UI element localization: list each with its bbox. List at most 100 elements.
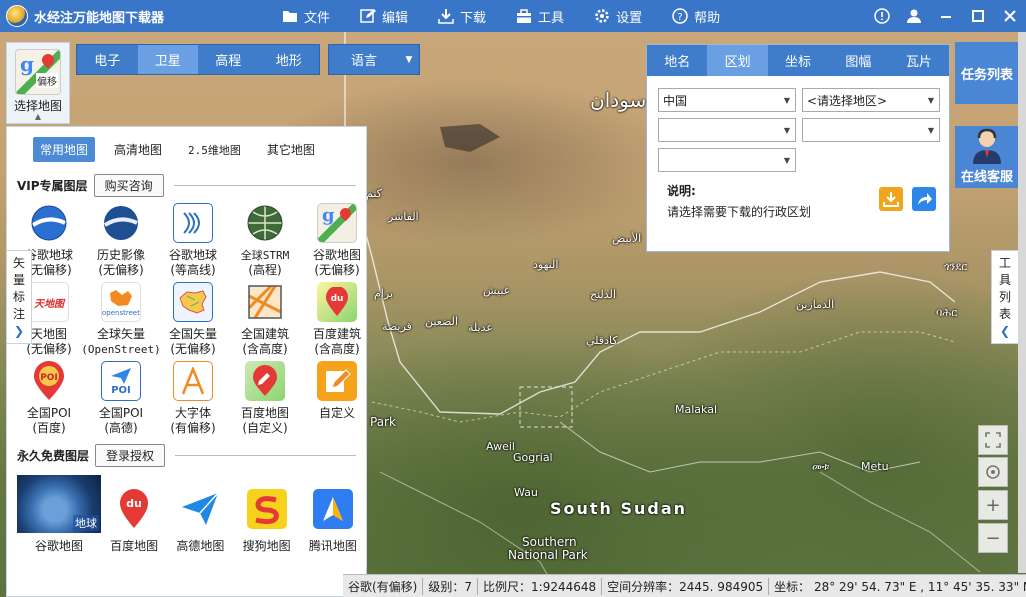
layer-historical-imagery[interactable]: 历史影像 (无偏移)	[85, 203, 157, 278]
map-type-electronic[interactable]: 电子	[77, 45, 138, 74]
menu-download-label: 下载	[460, 10, 487, 26]
task-list-button[interactable]: 任务列表	[955, 42, 1019, 104]
download-icon	[883, 192, 899, 207]
free-layer-tencent-maps[interactable]: 腾讯地图	[300, 475, 366, 554]
chevron-down-icon: ▼	[927, 125, 935, 135]
tile-label: 天地图	[30, 327, 67, 341]
layer-google-maps[interactable]: g 谷歌地图 (无偏移)	[301, 203, 366, 278]
layer-poi-baidu[interactable]: POI 全国POI (百度)	[13, 361, 85, 436]
country-select[interactable]: 中国 ▼	[658, 88, 796, 112]
tab-coordinate[interactable]: 坐标	[768, 45, 828, 76]
online-service-button[interactable]: 在线客服	[955, 126, 1019, 188]
tab-hd-maps[interactable]: 高清地图	[107, 137, 169, 162]
locate-button[interactable]	[978, 457, 1008, 487]
menu-help[interactable]: ? 帮助	[672, 0, 720, 32]
tool-tab-char: 列	[998, 290, 1011, 304]
info-button[interactable]	[866, 0, 898, 32]
maximize-button[interactable]	[962, 0, 994, 32]
map-label-arabic-5: الضعين	[425, 315, 458, 328]
map-label-amharic-3: መቱ	[812, 460, 830, 473]
menu-edit[interactable]: 编辑	[360, 0, 408, 32]
map-label-southern: Southern	[522, 535, 577, 549]
layer-baidu-building[interactable]: du 百度建筑 (含高度)	[301, 282, 366, 357]
large-font-icon	[173, 361, 213, 401]
chevron-down-icon: ▼	[783, 95, 791, 105]
tab-25d-maps[interactable]: 2.5维地图	[181, 138, 248, 162]
map-label-arabic-3: غبيش	[483, 284, 510, 297]
city-select[interactable]: ▼	[658, 118, 796, 142]
layer-baidu-custom[interactable]: 百度地图 (自定义)	[229, 361, 301, 436]
province-select[interactable]: <请选择地区> ▼	[802, 88, 940, 112]
menu-file[interactable]: 文件	[282, 0, 330, 32]
zoom-in-button[interactable]: +	[978, 490, 1008, 520]
select-value: 中国	[663, 93, 688, 108]
layer-openstreet[interactable]: openstreet 全球矢量 (OpenStreet)	[81, 282, 161, 357]
map-type-satellite[interactable]: 卫星	[137, 45, 198, 74]
layer-national-vector[interactable]: 全国矢量 (无偏移)	[157, 282, 229, 357]
tab-map-sheet[interactable]: 图幅	[828, 45, 888, 76]
login-authorize-button[interactable]: 登录授权	[95, 444, 166, 467]
tab-other-maps[interactable]: 其它地图	[260, 137, 322, 162]
help-icon: ?	[672, 8, 688, 24]
tile-label: 全国POI	[26, 406, 72, 420]
select-map-button[interactable]: g 偏移 选择地图 ▲	[6, 42, 70, 124]
layer-large-font[interactable]: 大字体 (有偏移)	[157, 361, 229, 436]
tab-common-maps[interactable]: 常用地图	[33, 137, 96, 162]
china-map-icon	[173, 282, 213, 322]
tab-place-name[interactable]: 地名	[647, 45, 707, 76]
map-type-elevation[interactable]: 高程	[198, 45, 259, 74]
fullscreen-button[interactable]	[978, 425, 1008, 455]
layer-contour[interactable]: 谷歌地球 (等高线)	[157, 203, 229, 278]
menu-settings[interactable]: 设置	[594, 0, 642, 32]
download-region-button[interactable]	[879, 187, 903, 211]
share-region-button[interactable]	[912, 187, 936, 211]
tianditu-icon: 天地图	[29, 282, 69, 322]
tab-tile[interactable]: 瓦片	[889, 45, 949, 76]
tool-list-tab[interactable]: 工 具 列 表 ❮	[991, 250, 1019, 344]
minimize-button[interactable]	[930, 0, 962, 32]
note-title: 说明:	[667, 184, 696, 198]
tile-sublabel: (含高度)	[314, 342, 360, 356]
map-label-wau: Wau	[514, 486, 538, 499]
free-layer-sogou-maps[interactable]: 搜狗地图	[234, 475, 300, 554]
tile-label: 全球矢量	[96, 327, 145, 341]
map-type-terrain[interactable]: 地形	[259, 45, 320, 74]
layer-custom[interactable]: 自定义	[301, 361, 366, 436]
layer-national-building[interactable]: 全国建筑 (含高度)	[229, 282, 301, 357]
free-layer-baidu-maps[interactable]: du 百度地图	[101, 475, 167, 554]
locate-icon	[986, 465, 1000, 479]
zoom-out-button[interactable]: −	[978, 523, 1008, 553]
close-button[interactable]	[994, 0, 1026, 32]
free-layer-google-maps[interactable]: 地球 谷歌地图	[17, 475, 101, 554]
user-button[interactable]	[898, 0, 930, 32]
plus-icon: +	[985, 494, 1001, 516]
region-selects: 中国 ▼ <请选择地区> ▼ ▼ ▼ ▼	[647, 76, 949, 172]
svg-text:du: du	[126, 497, 142, 510]
layer-global-strm[interactable]: 全球STRM (高程)	[229, 203, 301, 278]
menu-tools[interactable]: 工具	[516, 0, 564, 32]
right-scrollbar[interactable]	[1018, 32, 1026, 573]
tab-admin-region[interactable]: 区划	[707, 45, 768, 76]
layer-tabs: 常用地图 高清地图 2.5维地图 其它地图	[7, 127, 366, 162]
global-strm-icon	[245, 203, 285, 243]
baidu-custom-icon	[245, 361, 285, 401]
county-select[interactable]: ▼	[802, 118, 940, 142]
map-label-arabic-1: الأبيض	[612, 232, 642, 245]
buy-consult-button[interactable]: 购买咨询	[93, 174, 164, 197]
layer-poi-gaode[interactable]: POI 全国POI (高德)	[85, 361, 157, 436]
town-select[interactable]: ▼	[658, 148, 796, 172]
tile-label: 百度地图	[110, 539, 159, 553]
free-layer-gaode-maps[interactable]: 高德地图	[167, 475, 233, 554]
vector-annotation-tab[interactable]: 矢 量 标 注 ❯	[6, 250, 32, 344]
tile-sublabel: (无偏移)	[98, 263, 144, 277]
tile-label: 谷歌地图	[34, 539, 83, 553]
tile-label: 历史影像	[96, 248, 145, 262]
menu-download[interactable]: 下载	[438, 0, 486, 32]
layer-panel: 常用地图 高清地图 2.5维地图 其它地图 VIP专属图层 购买咨询 谷歌地球 …	[6, 126, 367, 597]
pencil-icon	[317, 361, 357, 401]
tile-label: 全国POI	[98, 406, 144, 420]
chevron-down-icon: ▼	[405, 54, 413, 65]
region-note: 说明: 请选择需要下载的行政区划	[667, 182, 811, 220]
language-dropdown[interactable]: 语言 ▼	[328, 44, 420, 75]
vip-section-title: VIP专属图层	[17, 179, 88, 193]
